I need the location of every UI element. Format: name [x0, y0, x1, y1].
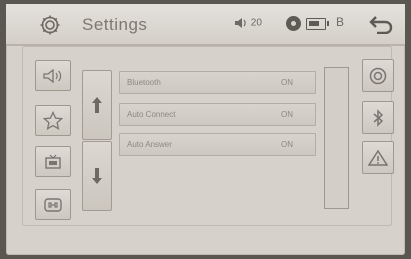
phone-settings-button[interactable] [35, 189, 71, 220]
arrow-up-icon [92, 97, 102, 113]
setting-label: Bluetooth [127, 78, 161, 87]
setting-row-bluetooth[interactable]: Bluetooth ON [119, 71, 316, 94]
back-arrow-icon[interactable] [368, 14, 394, 34]
volume-indicator: 20 [234, 17, 262, 29]
favorites-button[interactable] [35, 105, 71, 136]
setting-label: Auto Answer [127, 140, 172, 149]
star-icon [43, 110, 63, 130]
warning-settings-button[interactable] [362, 141, 394, 174]
media-icon [45, 154, 61, 169]
bluetooth-icon [373, 108, 384, 127]
setting-value: ON [281, 110, 293, 119]
settings-screen: Settings 20 B Bluetooth ON Auto Connect … [6, 4, 405, 255]
sound-settings-button[interactable] [35, 60, 71, 91]
warning-icon [368, 149, 388, 166]
disc-settings-button[interactable] [362, 59, 394, 92]
battery-icon [306, 18, 329, 30]
bluetooth-status-icon: B [336, 15, 345, 29]
disc-icon [369, 67, 387, 84]
phone-icon [44, 197, 62, 212]
setting-row-auto-connect[interactable]: Auto Connect ON [119, 103, 316, 126]
scroll-up-button[interactable] [82, 70, 112, 140]
speaker-icon [43, 68, 62, 83]
volume-icon [235, 18, 246, 28]
scrollbar[interactable] [324, 67, 349, 209]
bluetooth-settings-button[interactable] [362, 101, 394, 134]
setting-row-auto-answer[interactable]: Auto Answer ON [119, 133, 316, 156]
setting-value: ON [281, 140, 293, 149]
gear-icon[interactable] [38, 13, 62, 37]
header-bar: Settings 20 B [6, 4, 405, 46]
page-title: Settings [82, 15, 148, 34]
disc-status-icon [286, 16, 301, 31]
scroll-down-button[interactable] [82, 141, 112, 211]
arrow-down-icon [92, 168, 102, 184]
setting-label: Auto Connect [127, 110, 176, 119]
volume-level: 20 [250, 17, 262, 29]
media-settings-button[interactable] [35, 146, 71, 177]
setting-value: ON [281, 78, 293, 87]
